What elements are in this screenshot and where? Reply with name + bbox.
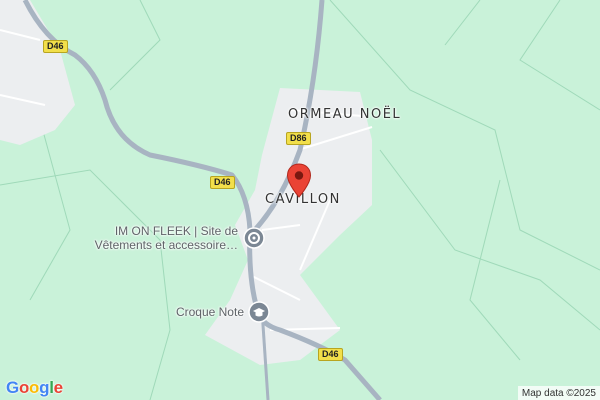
google-logo-letter: G xyxy=(6,378,19,397)
poi-label-line: Vêtements et accessoire… xyxy=(94,238,238,252)
google-logo-letter: o xyxy=(29,378,40,397)
poi-label-croque-note[interactable]: Croque Note xyxy=(176,305,244,319)
road-label-d86: D86 xyxy=(286,132,311,145)
map-attribution[interactable]: Map data ©2025 xyxy=(517,386,600,400)
road-label-d46: D46 xyxy=(318,348,343,361)
google-logo-letter: g xyxy=(39,378,50,397)
graduation-cap-icon[interactable] xyxy=(248,301,270,323)
shopping-bag-icon[interactable] xyxy=(243,227,265,249)
poi-label-im-on-fleek[interactable]: IM ON FLEEK | Site de Vêtements et acces… xyxy=(95,224,238,252)
poi-label-line: IM ON FLEEK | Site de xyxy=(114,224,238,238)
road-label-d46: D46 xyxy=(43,40,68,53)
poi-label-line: Croque Note xyxy=(175,305,244,319)
location-pin-icon[interactable] xyxy=(286,163,312,199)
google-logo-letter: o xyxy=(18,378,30,397)
road-label-d46: D46 xyxy=(210,176,235,189)
place-label-ormeau-noel[interactable]: ORMEAU NOËL xyxy=(288,107,401,122)
google-logo-letter: e xyxy=(53,378,63,397)
map-canvas[interactable]: D46 D46 D46 D86 ORMEAU NOËL CAVILLON IM … xyxy=(0,0,600,400)
google-logo[interactable]: Google xyxy=(6,378,63,398)
